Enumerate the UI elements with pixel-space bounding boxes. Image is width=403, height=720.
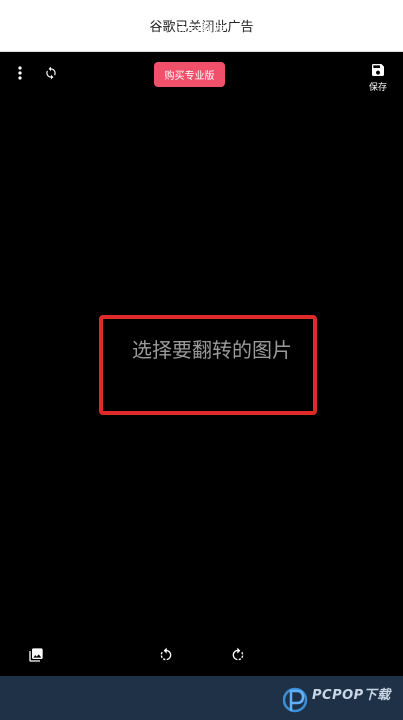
vertical-flip-button[interactable]: ⇅ 垂直翻转 (55, 0, 121, 44)
vertical-arrows-icon: ⇅ (82, 5, 94, 19)
watermark-brand: PCPOP下载 (312, 688, 391, 703)
floppy-disk-icon (372, 64, 384, 76)
buy-pro-label: 购买专业版 (164, 71, 215, 82)
gallery-button[interactable]: 画廊 (300, 0, 330, 44)
refresh-icon[interactable] (42, 64, 60, 82)
rotate-right-icon[interactable] (229, 646, 247, 664)
highlight-box (99, 315, 317, 415)
horizontal-arrows-icon: ⇄ (195, 5, 207, 19)
horizontal-flip-label: 水平翻转 (176, 23, 225, 37)
select-image-prompt[interactable]: 选择要翻转的图片 (132, 338, 302, 363)
gallery-label: 画廊 (305, 28, 324, 39)
save-button[interactable]: 保存 (363, 62, 393, 93)
image-gallery-icon[interactable] (27, 646, 45, 664)
more-vert-icon[interactable] (12, 64, 28, 82)
vertical-flip-label: 垂直翻转 (63, 23, 112, 37)
rotate-left-icon[interactable] (157, 646, 175, 664)
buy-pro-button[interactable]: 购买专业版 (154, 62, 225, 87)
horizontal-flip-button[interactable]: ⇄ 水平翻转 (168, 0, 234, 44)
save-label: 保存 (368, 83, 387, 93)
